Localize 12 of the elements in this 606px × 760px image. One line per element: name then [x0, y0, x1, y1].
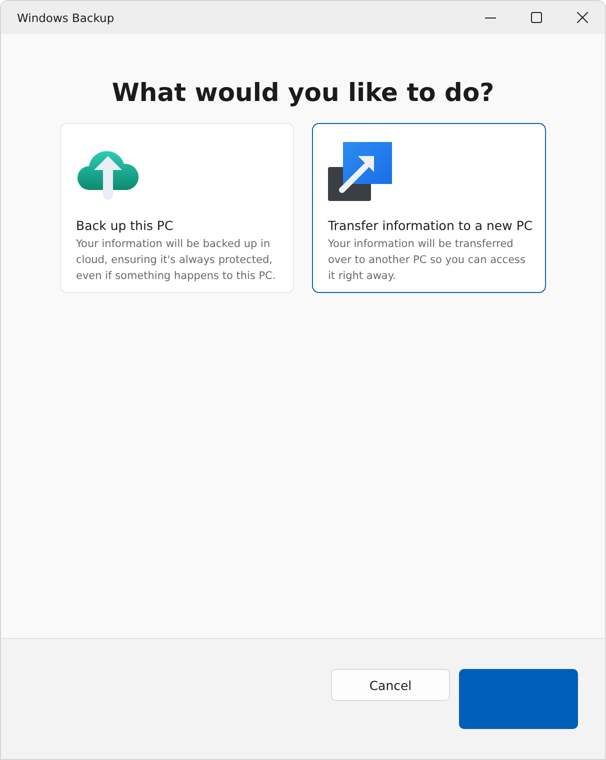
option-title: Back up this PC	[76, 218, 174, 233]
window-title: Windows Backup	[17, 10, 116, 24]
option-description: Your information will be backed up in cloud, ensuring it's always protected, even if something happens to this PC.	[76, 237, 277, 284]
option-title: Transfer information to a new PC	[328, 218, 531, 233]
option-card[interactable]: Back up this PC Your information will be backed up in cloud, ensuring it's always protected, even if something happens to this PC.	[60, 123, 294, 293]
transfer-arrow-icon	[328, 142, 392, 204]
option-description: Your information will be transferred over to another PC so you can access it right away.	[328, 237, 526, 284]
close-icon	[576, 12, 588, 23]
page-heading: What would you like to do?	[112, 78, 494, 107]
maximize-icon	[530, 12, 542, 23]
cancel-button[interactable]: Cancel	[331, 669, 450, 701]
option-card[interactable]: Transfer information to a new PC Your information will be transferred over to another PC so you can access it right away.	[312, 123, 546, 293]
